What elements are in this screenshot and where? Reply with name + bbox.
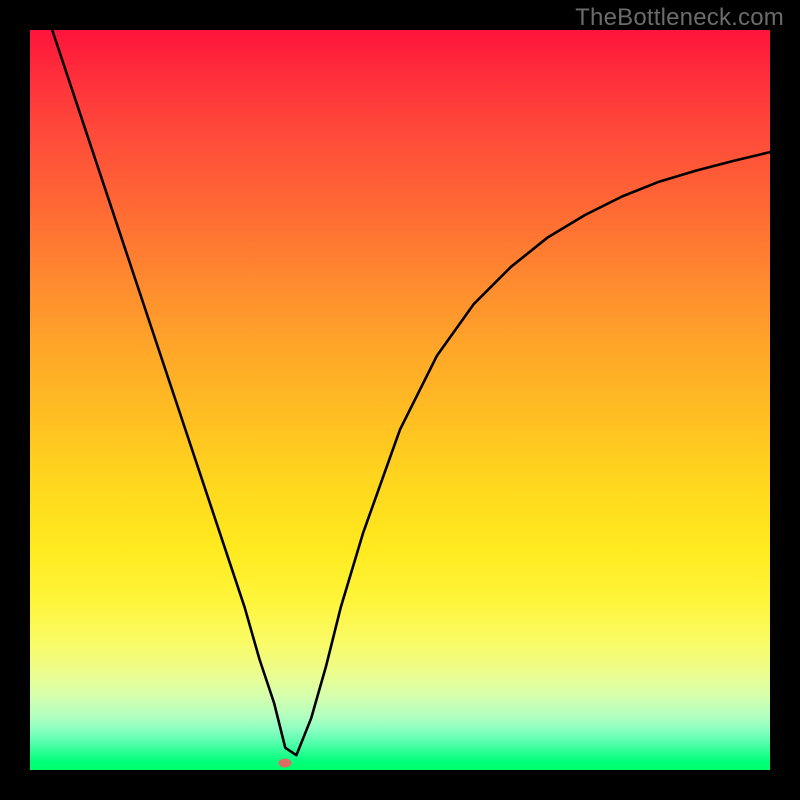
curve-path	[52, 30, 770, 755]
chart-container: TheBottleneck.com	[0, 0, 800, 800]
curve-layer	[30, 30, 770, 770]
plot-area	[30, 30, 770, 770]
watermark-text: TheBottleneck.com	[575, 4, 784, 32]
valley-marker	[279, 758, 292, 767]
